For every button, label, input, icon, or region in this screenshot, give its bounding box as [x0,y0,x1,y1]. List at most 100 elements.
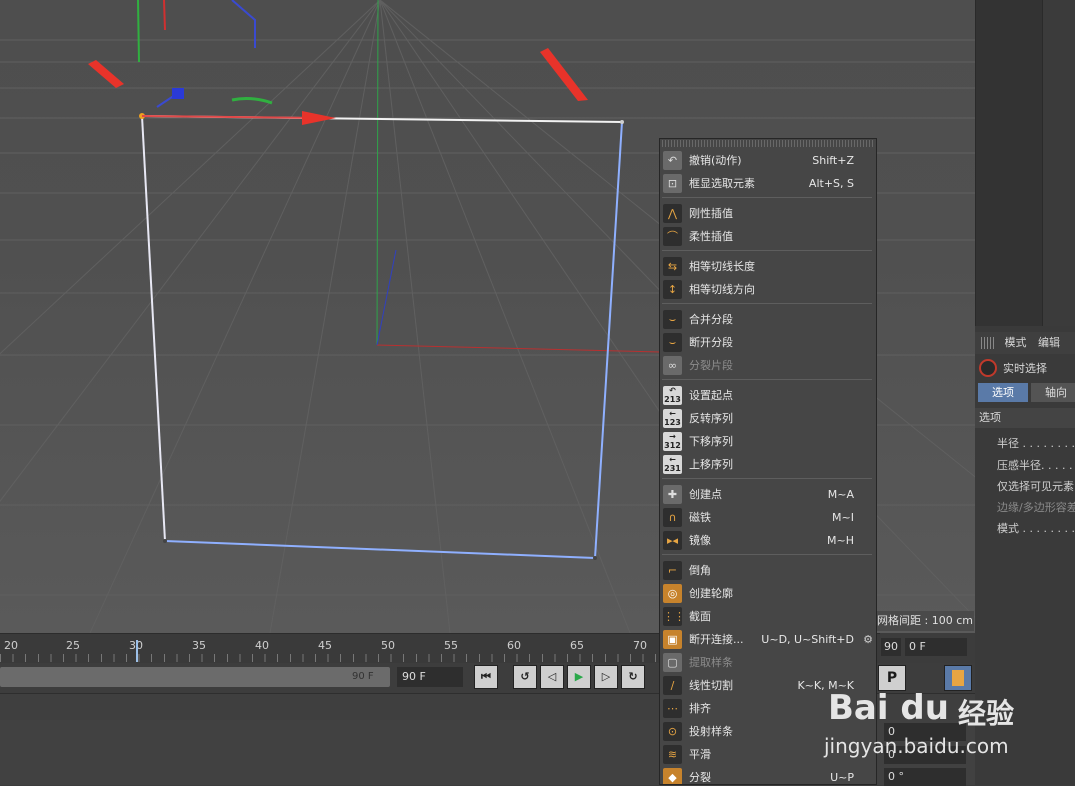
menu-item-label: 磁铁 [689,511,711,524]
menu-separator [662,250,872,251]
split-icon: ◆ [663,768,682,784]
menu-item-label: 断开分段 [689,336,733,349]
menu-item-soft-interpolation[interactable]: ⌒ 柔性插值 [660,225,876,248]
menu-item-equal-tangent-length[interactable]: ⇆ 相等切线长度 [660,255,876,278]
world-z-axis [376,249,397,346]
extract-spline-icon: ▢ [663,653,682,672]
spline-point[interactable] [593,556,597,560]
prop-pressure-radius: 压感半径. . . . . . [997,459,1075,472]
reverse-sequence-icon: ← 123 [663,409,682,428]
gizmo-red-fragment [163,0,166,31]
menu-item-label: 创建点 [689,488,722,501]
create-point-icon: ✚ [663,485,682,504]
menu-item-label: 创建轮廓 [689,587,733,600]
object-manager-area[interactable] [975,0,1075,326]
panel-grip-icon [981,337,995,349]
tick-label: 35 [192,639,206,652]
tick-label: 45 [318,639,332,652]
line-up-icon: ⋯ [663,699,682,718]
tick-label: 25 [66,639,80,652]
spline-left-edge[interactable] [141,115,166,542]
spline-right-edge[interactable] [594,121,623,559]
menu-item-cross-section[interactable]: ⋮⋮ 截面 [660,605,876,628]
menu-separator [662,554,872,555]
menu-item-break-segment[interactable]: ⌣ 断开分段 [660,331,876,354]
end-frame-field[interactable]: 90 F [397,667,463,687]
tick-label: 50 [381,639,395,652]
p-icon: P [886,670,898,686]
prev-frame-button[interactable]: ◁ [540,665,564,689]
menu-item-magnet[interactable]: ∩ 磁铁 M~I [660,506,876,529]
hard-interpolation-icon: ⋀ [663,204,682,223]
play-icon: ▶ [574,670,584,683]
attribute-menu-bar: 模式 编辑 [975,332,1075,354]
menu-item-chamfer[interactable]: ⌐ 倒角 [660,559,876,582]
undo-icon: ↶ [663,151,682,170]
menu-item-join-segment[interactable]: ⌣ 合并分段 [660,308,876,331]
menu-item-mirror[interactable]: ▸◂ 镜像 M~H [660,529,876,552]
tool-header: 实时选择 [975,358,1075,380]
max-frame-field[interactable]: 90 [881,638,901,656]
menu-tearoff-grip[interactable] [662,140,874,147]
menu-item-label: 下移序列 [689,435,733,448]
go-to-start-button[interactable]: ⏮ [474,665,498,689]
menu-item-disconnect[interactable]: ▣ 断开连接... U~D, U~Shift+D ⚙ [660,628,876,651]
film-icon [952,670,964,686]
chamfer-icon: ⌐ [663,561,682,580]
menu-item-frame-selected[interactable]: ⊡ 框显选取元素 Alt+S, S [660,172,876,195]
menu-mode[interactable]: 模式 [1005,332,1027,354]
gear-icon[interactable]: ⚙ [863,628,873,651]
menu-item-equal-tangent-direction[interactable]: ↕ 相等切线方向 [660,278,876,301]
equal-tangent-direction-icon: ↕ [663,280,682,299]
cross-section-icon: ⋮⋮ [663,607,685,626]
gizmo-rotation-arc[interactable] [231,97,273,105]
next-frame-button[interactable]: ▷ [594,665,618,689]
menu-item-set-first-point[interactable]: ↶ 213 设置起点 [660,384,876,407]
menu-item-undo-action[interactable]: ↶ 撤销(动作) Shift+Z [660,149,876,172]
spline-point[interactable] [163,539,167,543]
tab-options[interactable]: 选项 [978,383,1028,402]
menu-item-label: 撤销(动作) [689,154,742,167]
red-arrow-icon [302,111,336,125]
menu-item-extract-spline: ▢ 提取样条 [660,651,876,674]
grid-spacing-label: 网格间距 : 100 cm [874,611,974,631]
next-frame-icon: ▷ [601,670,611,683]
menu-item-shortcut: M~I [832,511,854,524]
menu-item-move-down-sequence[interactable]: → 312 下移序列 [660,430,876,453]
play-button[interactable]: ▶ [567,665,591,689]
menu-item-move-up-sequence[interactable]: ← 231 上移序列 [660,453,876,476]
menu-item-label: 上移序列 [689,458,733,471]
menu-item-hard-interpolation[interactable]: ⋀ 刚性插值 [660,202,876,225]
next-key-button[interactable]: ↻ [621,665,645,689]
tab-axis[interactable]: 轴向 [1031,383,1075,402]
menu-separator [662,379,872,380]
mirror-icon: ▸◂ [663,531,682,550]
equal-tangent-length-icon: ⇆ [663,257,682,276]
live-selection-icon [979,359,997,377]
baidu-jingyan-watermark: Bai du 经验 jingyan.baidu.com [820,688,1040,778]
current-frame-field[interactable]: 0 F [905,638,967,656]
menu-item-reverse-sequence[interactable]: ← 123 反转序列 [660,407,876,430]
attribute-panel: 模式 编辑 实时选择 选项 轴向 选项 半径 . . . . . . . . .… [975,0,1075,785]
gizmo-blue-fragment [231,0,256,48]
menu-item-label: 框显选取元素 [689,177,755,190]
explode-segments-icon: ∞ [663,356,682,375]
menu-item-label: 柔性插值 [689,230,733,243]
prop-edge-tolerance: 边缘/多边形容差 [997,501,1075,514]
tick-label: 20 [4,639,18,652]
preview-range-slider[interactable] [0,667,390,687]
join-segment-icon: ⌣ [663,310,682,329]
gizmo-z-cube-icon[interactable] [172,88,184,99]
menu-item-label: 镜像 [689,534,711,547]
tick-label: 55 [444,639,458,652]
prop-mode: 模式 . . . . . . . . . [997,522,1075,535]
spline-point[interactable] [620,120,624,124]
playhead[interactable] [136,640,138,662]
menu-separator [662,197,872,198]
prev-key-button[interactable]: ↺ [513,665,537,689]
menu-item-create-point[interactable]: ✚ 创建点 M~A [660,483,876,506]
menu-item-label: 设置起点 [689,389,733,402]
menu-item-create-outline[interactable]: ◎ 创建轮廓 [660,582,876,605]
spline-bottom-edge[interactable] [164,540,596,559]
menu-edit[interactable]: 编辑 [1038,332,1060,354]
